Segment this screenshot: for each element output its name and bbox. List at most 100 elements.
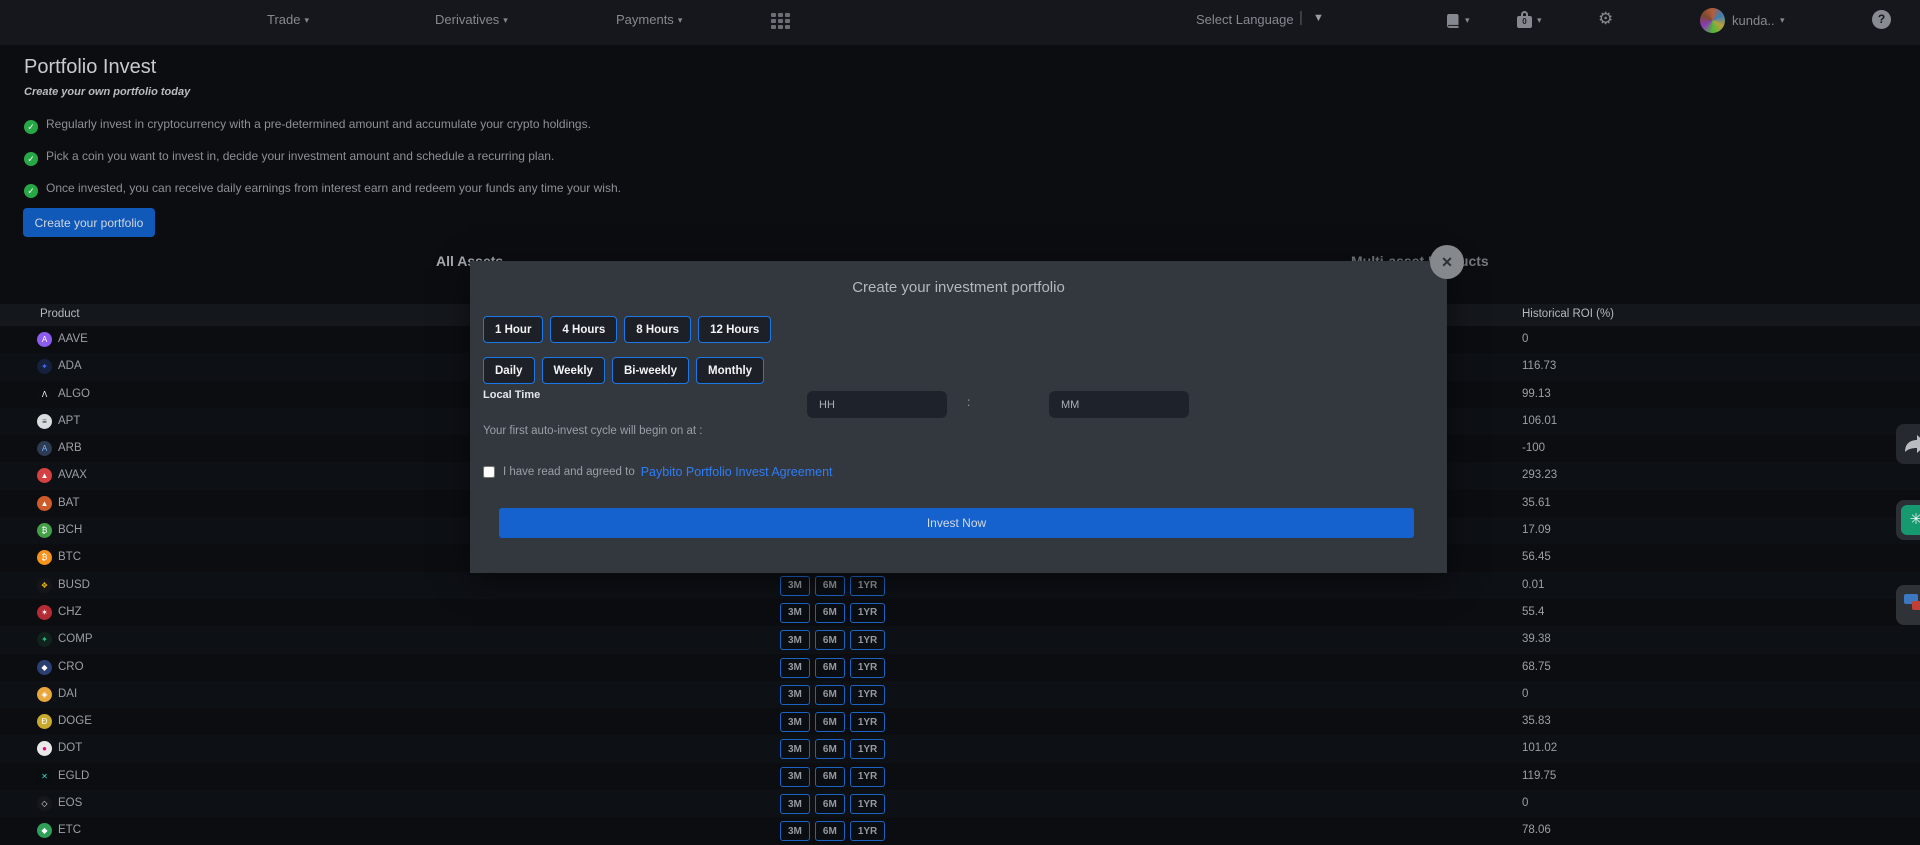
- coin-symbol: ETC: [58, 824, 81, 836]
- table-row: ✦ COMP 3M6M1YR 39.38: [0, 626, 1920, 653]
- frequency-weekly-button[interactable]: Weekly: [542, 357, 605, 384]
- aave-coin-icon: A: [37, 332, 52, 347]
- agreement-link[interactable]: Paybito Portfolio Invest Agreement: [641, 465, 833, 479]
- frequency-monthly-button[interactable]: Monthly: [696, 357, 764, 384]
- term-1yr-button[interactable]: 1YR: [850, 685, 885, 705]
- term-3m-button[interactable]: 3M: [780, 658, 810, 678]
- coin-symbol: COMP: [58, 633, 93, 645]
- term-3m-button[interactable]: 3M: [780, 603, 810, 623]
- chat-bubble-red-icon: [1912, 601, 1920, 610]
- term-buttons: 3M6M1YR: [780, 603, 885, 623]
- table-row: ÐDOGE3M6M1YR35.83: [0, 708, 1920, 735]
- nav-menu-derivatives[interactable]: Derivatives▾: [435, 12, 508, 27]
- term-6m-button[interactable]: 6M: [815, 739, 845, 759]
- term-6m-button[interactable]: 6M: [815, 576, 845, 596]
- term-6m-button[interactable]: 6M: [815, 821, 845, 841]
- chevron-down-icon: ▾: [678, 15, 683, 25]
- interval-12-hours-button[interactable]: 12 Hours: [698, 316, 771, 343]
- interval-4-hours-button[interactable]: 4 Hours: [550, 316, 617, 343]
- term-3m-button[interactable]: 3M: [780, 739, 810, 759]
- term-6m-button[interactable]: 6M: [815, 712, 845, 732]
- apps-grid-icon[interactable]: [771, 13, 793, 31]
- wallet-bag-icon[interactable]: 0: [1517, 11, 1532, 28]
- cro-coin-icon: ◆: [37, 660, 52, 675]
- term-1yr-button[interactable]: 1YR: [850, 739, 885, 759]
- invest-now-button[interactable]: Invest Now: [499, 508, 1414, 538]
- language-selector[interactable]: Select Language: [1196, 12, 1294, 27]
- language-dropdown-icon[interactable]: ▼: [1313, 12, 1324, 24]
- chatgpt-icon: ✳: [1901, 505, 1920, 535]
- term-6m-button[interactable]: 6M: [815, 658, 845, 678]
- chat-widget-button[interactable]: [1896, 585, 1920, 625]
- coin-symbol: CHZ: [58, 606, 82, 618]
- column-header-product: Product: [40, 308, 80, 320]
- user-avatar[interactable]: [1700, 8, 1725, 33]
- term-3m-button[interactable]: 3M: [780, 685, 810, 705]
- term-6m-button[interactable]: 6M: [815, 767, 845, 787]
- hour-input[interactable]: [807, 391, 947, 418]
- cycle-start-text: Your first auto-invest cycle will begin …: [483, 425, 702, 437]
- term-1yr-button[interactable]: 1YR: [850, 576, 885, 596]
- comp-coin-icon: ✦: [37, 632, 52, 647]
- term-3m-button[interactable]: 3M: [780, 794, 810, 814]
- chatgpt-widget-button[interactable]: ✳: [1896, 500, 1920, 540]
- share-widget-button[interactable]: [1896, 424, 1920, 464]
- term-1yr-button[interactable]: 1YR: [850, 603, 885, 623]
- user-name[interactable]: kunda..: [1732, 13, 1775, 28]
- coin-symbol: BAT: [58, 497, 80, 509]
- feature-bullet: ✓Once invested, you can receive daily ea…: [24, 181, 621, 198]
- term-3m-button[interactable]: 3M: [780, 821, 810, 841]
- nav-menu-trade[interactable]: Trade▾: [267, 12, 309, 27]
- nav-menu-payments[interactable]: Payments▾: [616, 12, 682, 27]
- interval-8-hours-button[interactable]: 8 Hours: [624, 316, 691, 343]
- table-row: ◈DAI3M6M1YR0: [0, 681, 1920, 708]
- roi-value: 99.13: [1522, 388, 1551, 400]
- check-icon: ✓: [24, 152, 38, 166]
- table-row: ●DOT3M6M1YR101.02: [0, 735, 1920, 762]
- term-3m-button[interactable]: 3M: [780, 630, 810, 650]
- agreement-checkbox[interactable]: [483, 466, 495, 478]
- minute-input[interactable]: [1049, 391, 1189, 418]
- term-3m-button[interactable]: 3M: [780, 767, 810, 787]
- chevron-down-icon[interactable]: ▾: [1465, 15, 1470, 26]
- top-navbar: Trade▾ Derivatives▾ Payments▾ Select Lan…: [0, 0, 1920, 45]
- orders-book-icon[interactable]: [1445, 13, 1460, 35]
- time-colon: :: [967, 395, 970, 409]
- apt-coin-icon: ≡: [37, 414, 52, 429]
- term-buttons: 3M6M1YR: [780, 658, 885, 678]
- term-1yr-button[interactable]: 1YR: [850, 821, 885, 841]
- ada-coin-icon: ✦: [37, 359, 52, 374]
- interval-1-hour-button[interactable]: 1 Hour: [483, 316, 543, 343]
- frequency-daily-button[interactable]: Daily: [483, 357, 535, 384]
- term-3m-button[interactable]: 3M: [780, 576, 810, 596]
- create-portfolio-button[interactable]: Create your portfolio: [23, 208, 155, 237]
- term-1yr-button[interactable]: 1YR: [850, 767, 885, 787]
- frequency-options-group: Daily Weekly Bi-weekly Monthly: [483, 357, 764, 384]
- roi-value: 39.38: [1522, 633, 1551, 645]
- term-1yr-button[interactable]: 1YR: [850, 712, 885, 732]
- term-buttons: 3M6M1YR: [780, 739, 885, 759]
- term-6m-button[interactable]: 6M: [815, 794, 845, 814]
- coin-symbol: DAI: [58, 688, 77, 700]
- roi-value: 35.61: [1522, 497, 1551, 509]
- term-6m-button[interactable]: 6M: [815, 685, 845, 705]
- dai-coin-icon: ◈: [37, 687, 52, 702]
- table-row: ✕EGLD3M6M1YR119.75: [0, 763, 1920, 790]
- term-1yr-button[interactable]: 1YR: [850, 794, 885, 814]
- term-3m-button[interactable]: 3M: [780, 712, 810, 732]
- term-6m-button[interactable]: 6M: [815, 630, 845, 650]
- settings-gear-icon[interactable]: ⚙: [1598, 9, 1613, 29]
- busd-coin-icon: ❖: [37, 578, 52, 593]
- feature-bullet: ✓Regularly invest in cryptocurrency with…: [24, 117, 591, 134]
- coin-symbol: DOT: [58, 742, 82, 754]
- help-icon[interactable]: ?: [1872, 10, 1891, 29]
- chevron-down-icon[interactable]: ▾: [1780, 15, 1785, 26]
- frequency-bi-weekly-button[interactable]: Bi-weekly: [612, 357, 689, 384]
- term-1yr-button[interactable]: 1YR: [850, 658, 885, 678]
- term-1yr-button[interactable]: 1YR: [850, 630, 885, 650]
- chz-coin-icon: ✶: [37, 605, 52, 620]
- check-icon: ✓: [24, 184, 38, 198]
- chevron-down-icon[interactable]: ▾: [1537, 15, 1542, 26]
- term-6m-button[interactable]: 6M: [815, 603, 845, 623]
- modal-close-button[interactable]: ✕: [1430, 245, 1464, 279]
